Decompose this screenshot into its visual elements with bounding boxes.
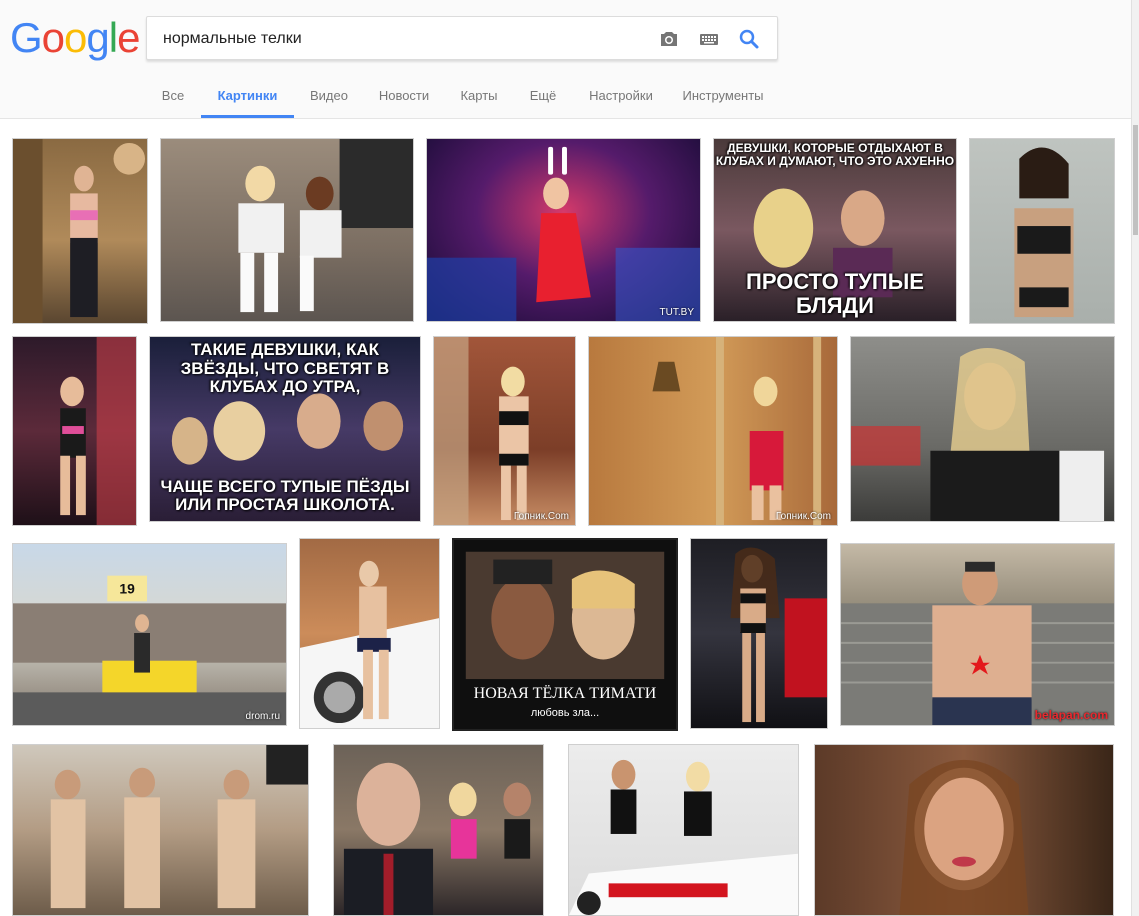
image-result[interactable] — [12, 336, 137, 526]
logo-letter: l — [108, 14, 118, 61]
image-result[interactable] — [850, 336, 1115, 522]
image-result[interactable]: Гопник.Com — [588, 336, 838, 526]
image-watermark: drom.ru — [245, 711, 280, 722]
search-input[interactable] — [161, 17, 645, 61]
tab-tools[interactable]: Инструменты — [676, 78, 770, 116]
image-result[interactable] — [969, 138, 1115, 324]
logo-letter: g — [86, 14, 109, 61]
image-results-grid: TUT.BY ДЕВУШКИ, КОТОРЫЕ ОТДЫХАЮТ В КЛУБА… — [0, 118, 1132, 916]
image-result[interactable]: НОВАЯ ТЁЛКА ТИМАТИ любовь зла... — [452, 538, 678, 731]
image-result[interactable]: ДЕВУШКИ, КОТОРЫЕ ОТДЫХАЮТ В КЛУБАХ И ДУМ… — [713, 138, 957, 322]
image-caption-top: ДЕВУШКИ, КОТОРЫЕ ОТДЫХАЮТ В КЛУБАХ И ДУМ… — [715, 141, 955, 169]
google-logo[interactable]: Google — [10, 14, 140, 62]
image-caption-top: ТАКИЕ ДЕВУШКИ, КАК ЗВЁЗДЫ, ЧТО СВЕТЯТ В … — [180, 340, 390, 397]
image-result[interactable]: Гопник.Com — [433, 336, 576, 526]
search-box — [146, 16, 778, 61]
keyboard-icon[interactable] — [697, 27, 721, 51]
image-result[interactable] — [690, 538, 828, 729]
camera-icon[interactable] — [657, 27, 681, 51]
image-watermark: Гопник.Com — [775, 511, 831, 522]
image-result[interactable] — [299, 538, 440, 729]
image-caption-bottom: ПРОСТО ТУПЫЕ БЛЯДИ — [746, 268, 924, 318]
tab-maps[interactable]: Карты — [452, 78, 506, 116]
image-result[interactable]: 19 drom.ru — [12, 543, 287, 726]
page-scrollbar[interactable] — [1131, 0, 1139, 916]
image-watermark: Гопник.Com — [513, 511, 569, 522]
image-result[interactable] — [814, 744, 1114, 916]
image-caption-bottom: НОВАЯ ТЁЛКА ТИМАТИ — [473, 685, 657, 703]
tab-settings[interactable]: Настройки — [583, 78, 659, 116]
image-caption-bottom: ЧАЩЕ ВСЕГО ТУПЫЕ ПЁЗДЫ ИЛИ ПРОСТАЯ ШКОЛО… — [160, 476, 410, 515]
tab-more[interactable]: Ещё — [521, 78, 565, 116]
image-watermark: TUT.BY — [659, 307, 694, 318]
image-result[interactable]: TUT.BY — [426, 138, 701, 322]
scrollbar-thumb[interactable] — [1133, 125, 1138, 235]
race-number-badge: 19 — [119, 580, 135, 596]
logo-letter: G — [10, 14, 43, 61]
image-subcaption: любовь зла... — [530, 706, 600, 719]
image-watermark: belapan.com — [1034, 708, 1108, 722]
logo-letter: o — [64, 14, 87, 61]
logo-letter: e — [117, 14, 140, 61]
tab-video[interactable]: Видео — [302, 78, 356, 116]
tab-news[interactable]: Новости — [372, 78, 436, 116]
search-icon[interactable] — [737, 27, 761, 51]
tab-images[interactable]: Картинки — [201, 78, 294, 118]
image-result[interactable] — [12, 744, 309, 916]
image-result[interactable]: belapan.com — [840, 543, 1115, 726]
header: Google Все Картинки Видео Новости Карты … — [0, 0, 1132, 119]
tab-bar: Все Картинки Видео Новости Карты Ещё Нас… — [0, 78, 1132, 118]
image-result[interactable] — [12, 138, 148, 324]
image-result[interactable]: ТАКИЕ ДЕВУШКИ, КАК ЗВЁЗДЫ, ЧТО СВЕТЯТ В … — [149, 336, 421, 522]
image-result[interactable] — [568, 744, 799, 916]
tab-all[interactable]: Все — [152, 78, 194, 116]
logo-letter: o — [41, 14, 65, 61]
image-result[interactable] — [333, 744, 544, 916]
image-result[interactable] — [160, 138, 414, 322]
